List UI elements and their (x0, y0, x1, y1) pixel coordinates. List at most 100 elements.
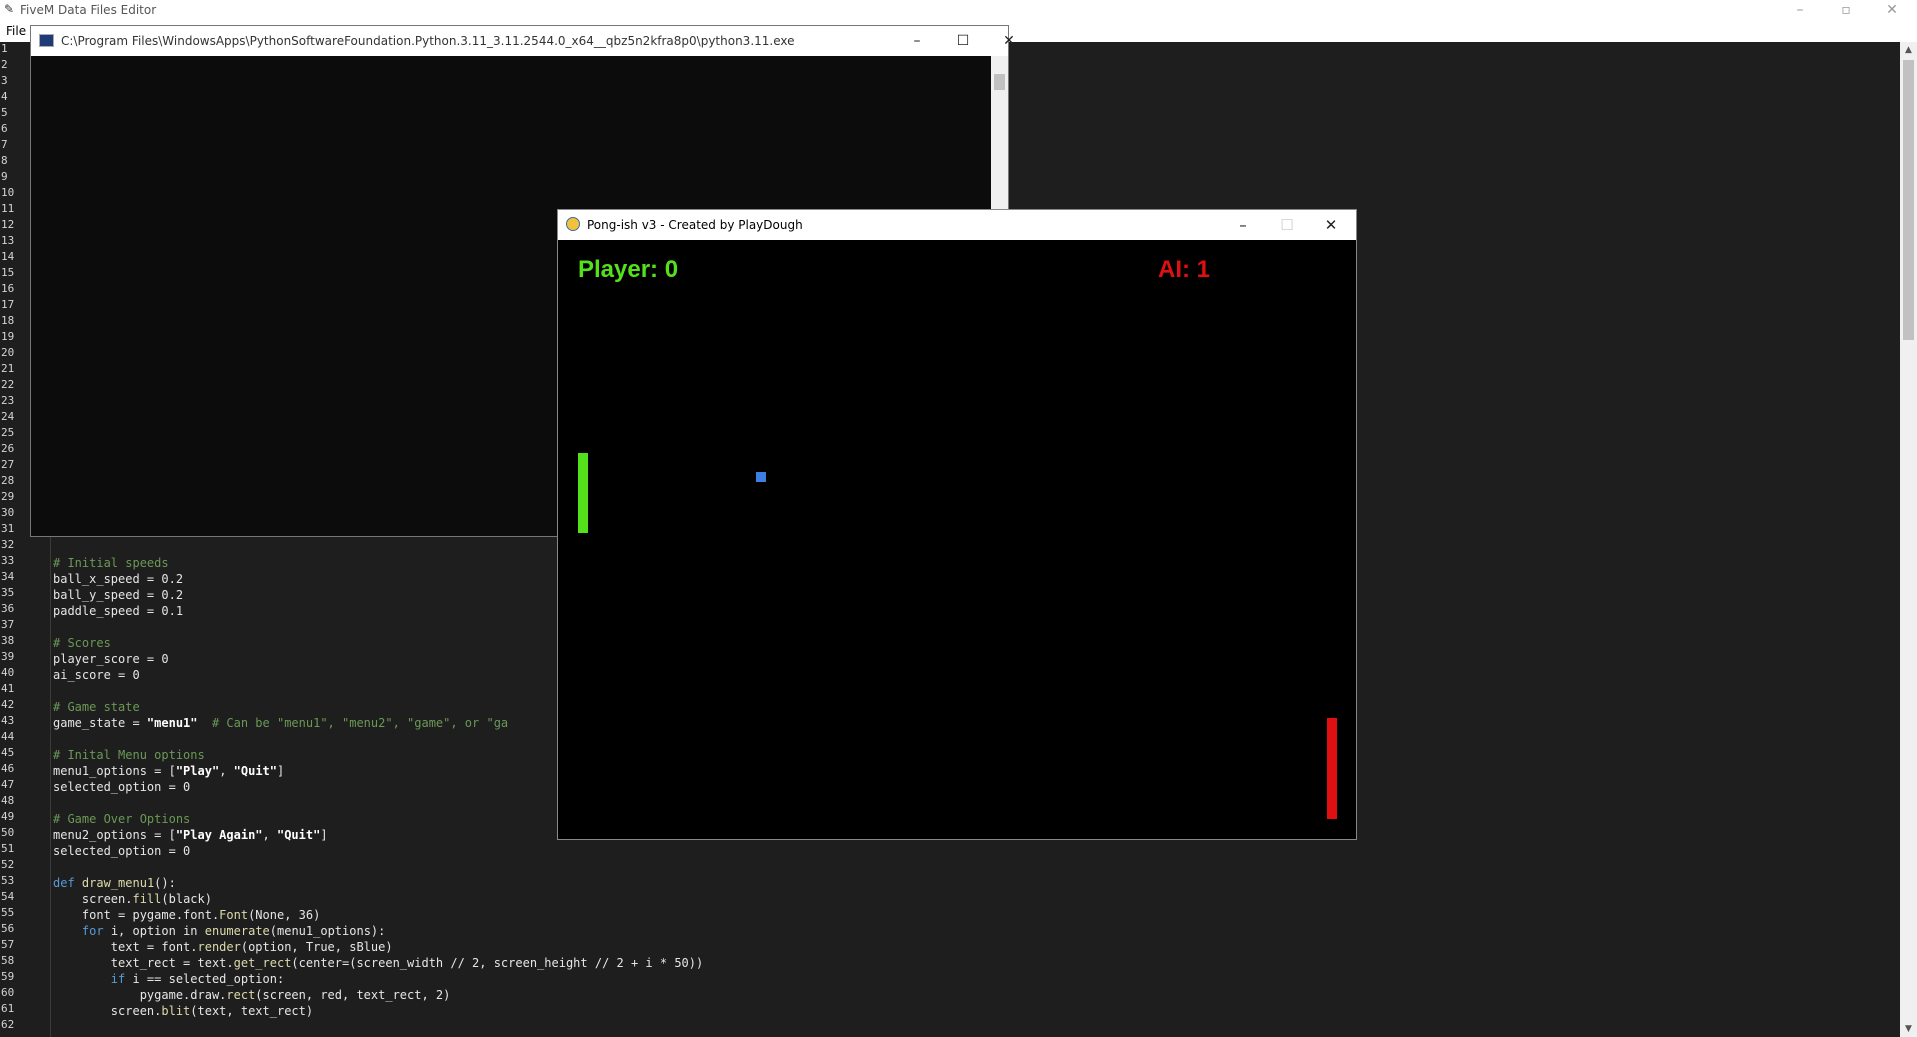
minimize-icon[interactable]: – (1780, 0, 1820, 20)
code-line: screen.blit(text, text_rect) (53, 1004, 314, 1018)
console-title: C:\Program Files\WindowsApps\PythonSoftw… (61, 34, 795, 48)
line-number: 52 (1, 858, 15, 871)
line-number: 1 (1, 42, 8, 55)
line-number: 50 (1, 826, 15, 839)
pong-minimize-icon[interactable]: – (1221, 210, 1265, 240)
console-maximize-icon[interactable]: ☐ (940, 26, 986, 56)
pygame-icon (566, 217, 580, 231)
console-scroll-thumb[interactable] (994, 74, 1005, 90)
code-line: ball_x_speed = 0.2 (53, 572, 184, 586)
line-number: 42 (1, 698, 15, 711)
menu-file[interactable]: File (6, 24, 26, 38)
line-number: 4 (1, 90, 8, 103)
scroll-thumb[interactable] (1903, 60, 1914, 340)
line-number: 7 (1, 138, 8, 151)
line-number: 22 (1, 378, 15, 391)
line-number: 3 (1, 74, 8, 87)
line-number: 45 (1, 746, 15, 759)
console-icon (39, 34, 54, 47)
player-paddle (578, 453, 588, 533)
code-line: player_score = 0 (53, 652, 169, 666)
pong-maximize-icon: ☐ (1280, 216, 1294, 234)
line-number: 10 (1, 186, 15, 199)
editor-scrollbar[interactable]: ▲ ▼ (1900, 42, 1917, 1037)
code-line: selected_option = 0 (53, 780, 191, 794)
line-number: 13 (1, 234, 15, 247)
code-line: # Initial speeds (53, 556, 169, 570)
line-number: 14 (1, 250, 15, 263)
pong-close-icon[interactable]: ✕ (1309, 210, 1353, 240)
line-number: 18 (1, 314, 15, 327)
code-line: text = font.render(option, True, sBlue) (53, 940, 393, 954)
line-number: 28 (1, 474, 15, 487)
line-number: 11 (1, 202, 15, 215)
line-number: 47 (1, 778, 15, 791)
code-line: text_rect = text.get_rect(center=(screen… (53, 956, 704, 970)
line-number: 54 (1, 890, 15, 903)
line-number: 48 (1, 794, 15, 807)
line-number: 38 (1, 634, 15, 647)
line-number: 46 (1, 762, 15, 775)
line-number: 17 (1, 298, 15, 311)
pong-title: Pong-ish v3 - Created by PlayDough (587, 218, 803, 232)
line-number: 9 (1, 170, 8, 183)
feather-icon: ✎ (4, 2, 15, 16)
code-line: if i == selected_option: (110, 972, 285, 986)
line-number: 15 (1, 266, 15, 279)
editor-title: FiveM Data Files Editor (20, 3, 157, 17)
line-number: 12 (1, 218, 15, 231)
line-number: 57 (1, 938, 15, 951)
line-number: 43 (1, 714, 15, 727)
close-icon[interactable]: ✕ (1872, 0, 1912, 20)
console-close-icon[interactable]: ✕ (986, 26, 1032, 56)
scroll-down-icon[interactable]: ▼ (1900, 1021, 1917, 1037)
line-number: 41 (1, 682, 15, 695)
line-number: 30 (1, 506, 15, 519)
pong-window[interactable]: Pong-ish v3 - Created by PlayDough – ☐ ✕… (557, 209, 1357, 840)
code-line: # Game state (53, 700, 140, 714)
code-line: menu2_options = ["Play Again", "Quit"] (53, 828, 328, 842)
line-number: 29 (1, 490, 15, 503)
game-field[interactable]: Player: 0 AI: 1 (558, 240, 1356, 839)
maximize-icon[interactable]: ▫ (1826, 0, 1866, 20)
line-number: 20 (1, 346, 15, 359)
line-number: 37 (1, 618, 15, 631)
line-number: 26 (1, 442, 15, 455)
ai-score: AI: 1 (1158, 256, 1211, 283)
line-number: 36 (1, 602, 15, 615)
console-minimize-icon[interactable]: – (894, 26, 940, 56)
code-line: font = pygame.font.Font(None, 36) (53, 908, 321, 922)
line-number: 16 (1, 282, 15, 295)
code-line: # Scores (53, 636, 111, 650)
code-line: ai_score = 0 (53, 668, 140, 682)
pong-titlebar: Pong-ish v3 - Created by PlayDough – ☐ ✕ (558, 210, 1356, 240)
line-number: 31 (1, 522, 15, 535)
line-number: 6 (1, 122, 8, 135)
code-line: ball_y_speed = 0.2 (53, 588, 184, 602)
code-line: paddle_speed = 0.1 (53, 604, 184, 618)
editor-titlebar: ✎ FiveM Data Files Editor – ▫ ✕ (0, 0, 1917, 20)
line-number: 19 (1, 330, 15, 343)
code-line: selected_option = 0 (53, 844, 191, 858)
player-score: Player: 0 (578, 256, 679, 283)
line-number: 5 (1, 106, 8, 119)
line-number: 58 (1, 954, 15, 967)
scroll-up-icon[interactable]: ▲ (1900, 42, 1917, 58)
line-number: 53 (1, 874, 15, 887)
code-line: pygame.draw.rect(screen, red, text_rect,… (53, 988, 451, 1002)
line-number: 34 (1, 570, 15, 583)
code-line: for i, option in enumerate(menu1_options… (81, 924, 386, 938)
line-number: 56 (1, 922, 15, 935)
line-number: 25 (1, 426, 15, 439)
line-number: 35 (1, 586, 15, 599)
line-number: 8 (1, 154, 8, 167)
line-number: 40 (1, 666, 15, 679)
code-line: # Game Over Options (53, 812, 191, 826)
code-line: def draw_menu1(): (53, 876, 176, 890)
code-line: menu1_options = ["Play", "Quit"] (53, 764, 285, 778)
console-titlebar: C:\Program Files\WindowsApps\PythonSoftw… (31, 26, 1015, 56)
code-line: screen.fill(black) (53, 892, 212, 906)
line-number: 23 (1, 394, 15, 407)
line-number: 60 (1, 986, 15, 999)
line-number: 62 (1, 1018, 15, 1031)
